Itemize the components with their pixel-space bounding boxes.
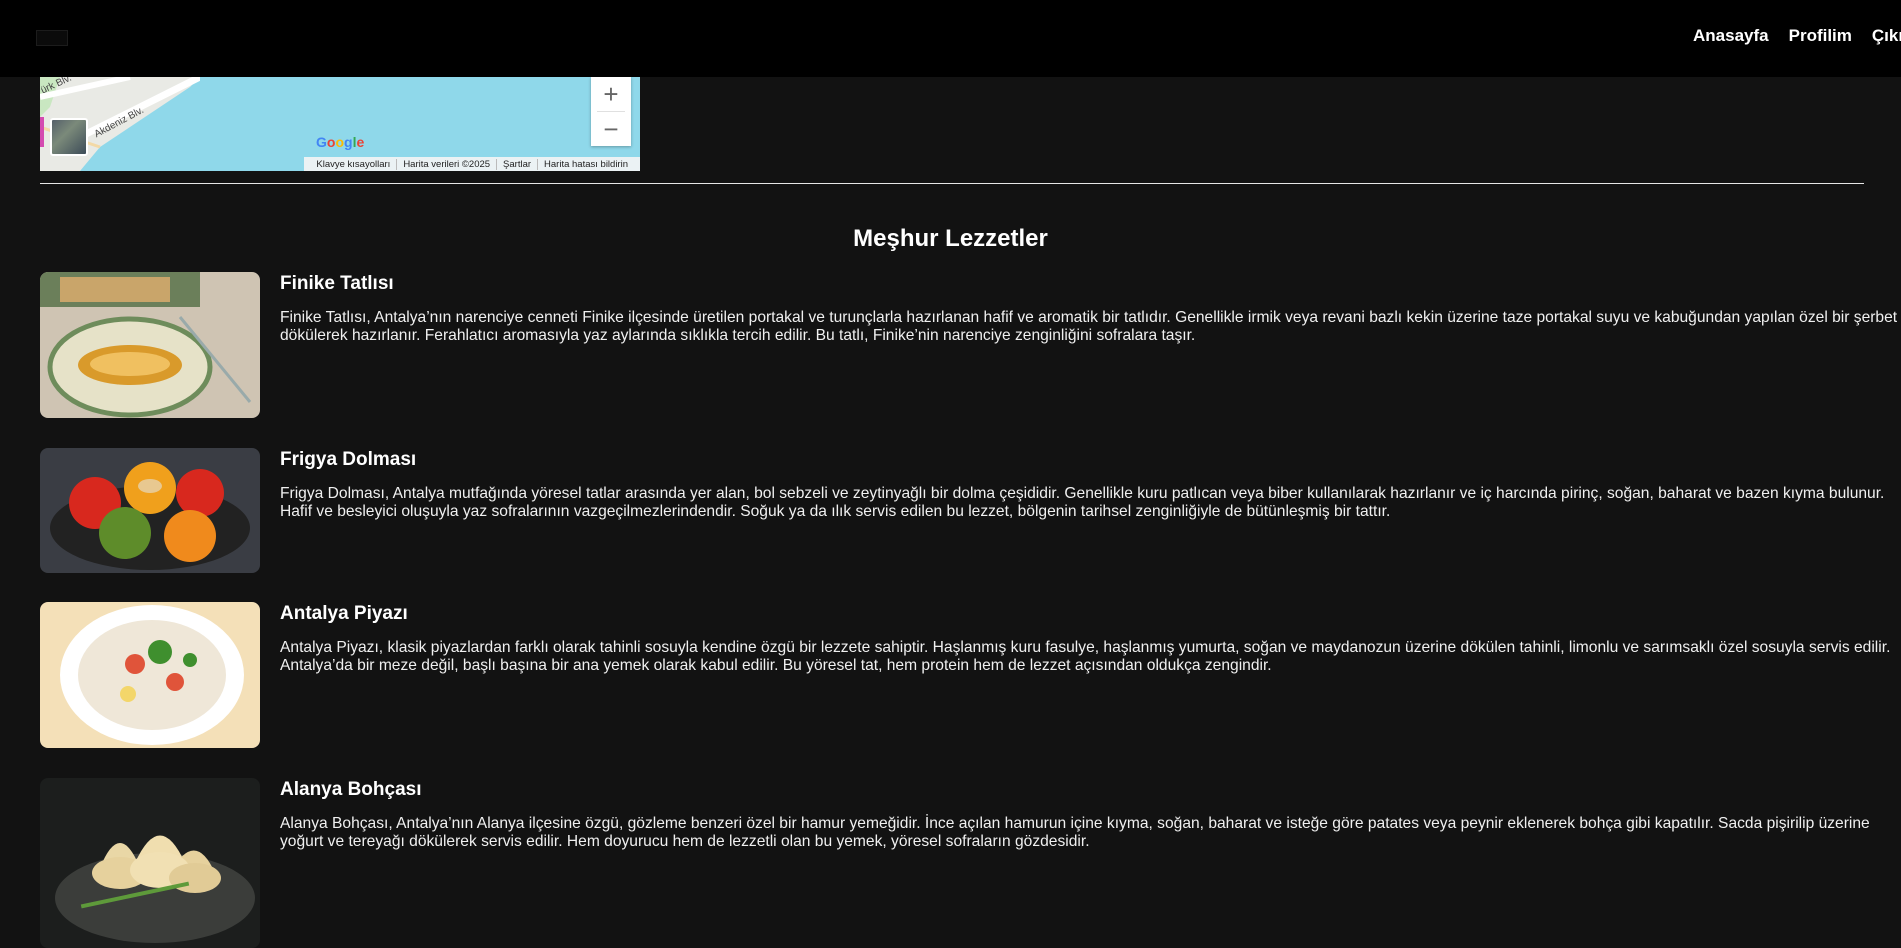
food-description: Alanya Bohçası, Antalya’nın Alanya ilçes…: [280, 815, 1870, 850]
satellite-toggle[interactable]: [50, 118, 88, 156]
food-item: Frigya Dolması Frigya Dolması, Antalya m…: [40, 448, 1884, 573]
food-name: Alanya Bohçası: [280, 779, 422, 800]
section-divider: [40, 183, 1864, 184]
top-navbar: Anasayfa Profilim Çıkış: [0, 0, 1901, 77]
section-title: Meşhur Lezzetler: [853, 225, 1048, 252]
food-image: [40, 272, 260, 418]
google-logo-letter: e: [356, 134, 365, 150]
nav-profile-link[interactable]: Profilim: [1789, 26, 1852, 46]
nav-home-link[interactable]: Anasayfa: [1693, 26, 1769, 46]
terms-link[interactable]: Şartlar: [496, 158, 537, 170]
location-map[interactable]: ürk Blv. Akdeniz Blv. + − Google Klavye …: [40, 77, 640, 171]
food-description: Finike Tatlısı, Antalya’nın narenciye ce…: [280, 309, 1898, 344]
keyboard-shortcuts-link[interactable]: Klavye kısayolları: [310, 159, 396, 170]
site-logo[interactable]: [36, 30, 68, 46]
food-item: Alanya Bohçası Alanya Bohçası, Antalya’n…: [40, 778, 1870, 948]
food-description: Frigya Dolması, Antalya mutfağında yöres…: [280, 485, 1885, 520]
food-item: Antalya Piyazı Antalya Piyazı, klasik pi…: [40, 602, 1890, 748]
food-item: Finike Tatlısı Finike Tatlısı, Antalya’n…: [40, 272, 1897, 418]
food-description: Antalya Piyazı, klasik piyazlardan farkl…: [280, 639, 1891, 674]
google-logo-letter: o: [335, 134, 345, 150]
nav-logout-link[interactable]: Çıkış: [1872, 26, 1901, 46]
food-name: Frigya Dolması: [280, 449, 417, 470]
zoom-in-button[interactable]: +: [591, 77, 631, 111]
report-map-error-link[interactable]: Harita hatası bildirin: [537, 158, 634, 170]
food-name: Finike Tatlısı: [280, 273, 394, 294]
map-footer: Klavye kısayolları Harita verileri ©2025…: [304, 157, 640, 171]
food-name: Antalya Piyazı: [280, 603, 408, 624]
nav-links: Anasayfa Profilim Çıkış: [1693, 26, 1901, 46]
food-image: [40, 778, 260, 948]
map-zoom-controls: + −: [591, 77, 631, 146]
food-image: [40, 448, 260, 573]
zoom-out-button[interactable]: −: [591, 112, 631, 146]
map-data-credit: Harita verileri ©2025: [396, 158, 496, 170]
google-logo: Google: [316, 134, 364, 150]
google-logo-letter: G: [316, 134, 327, 150]
google-logo-letter: g: [344, 134, 353, 150]
food-image: [40, 602, 260, 748]
